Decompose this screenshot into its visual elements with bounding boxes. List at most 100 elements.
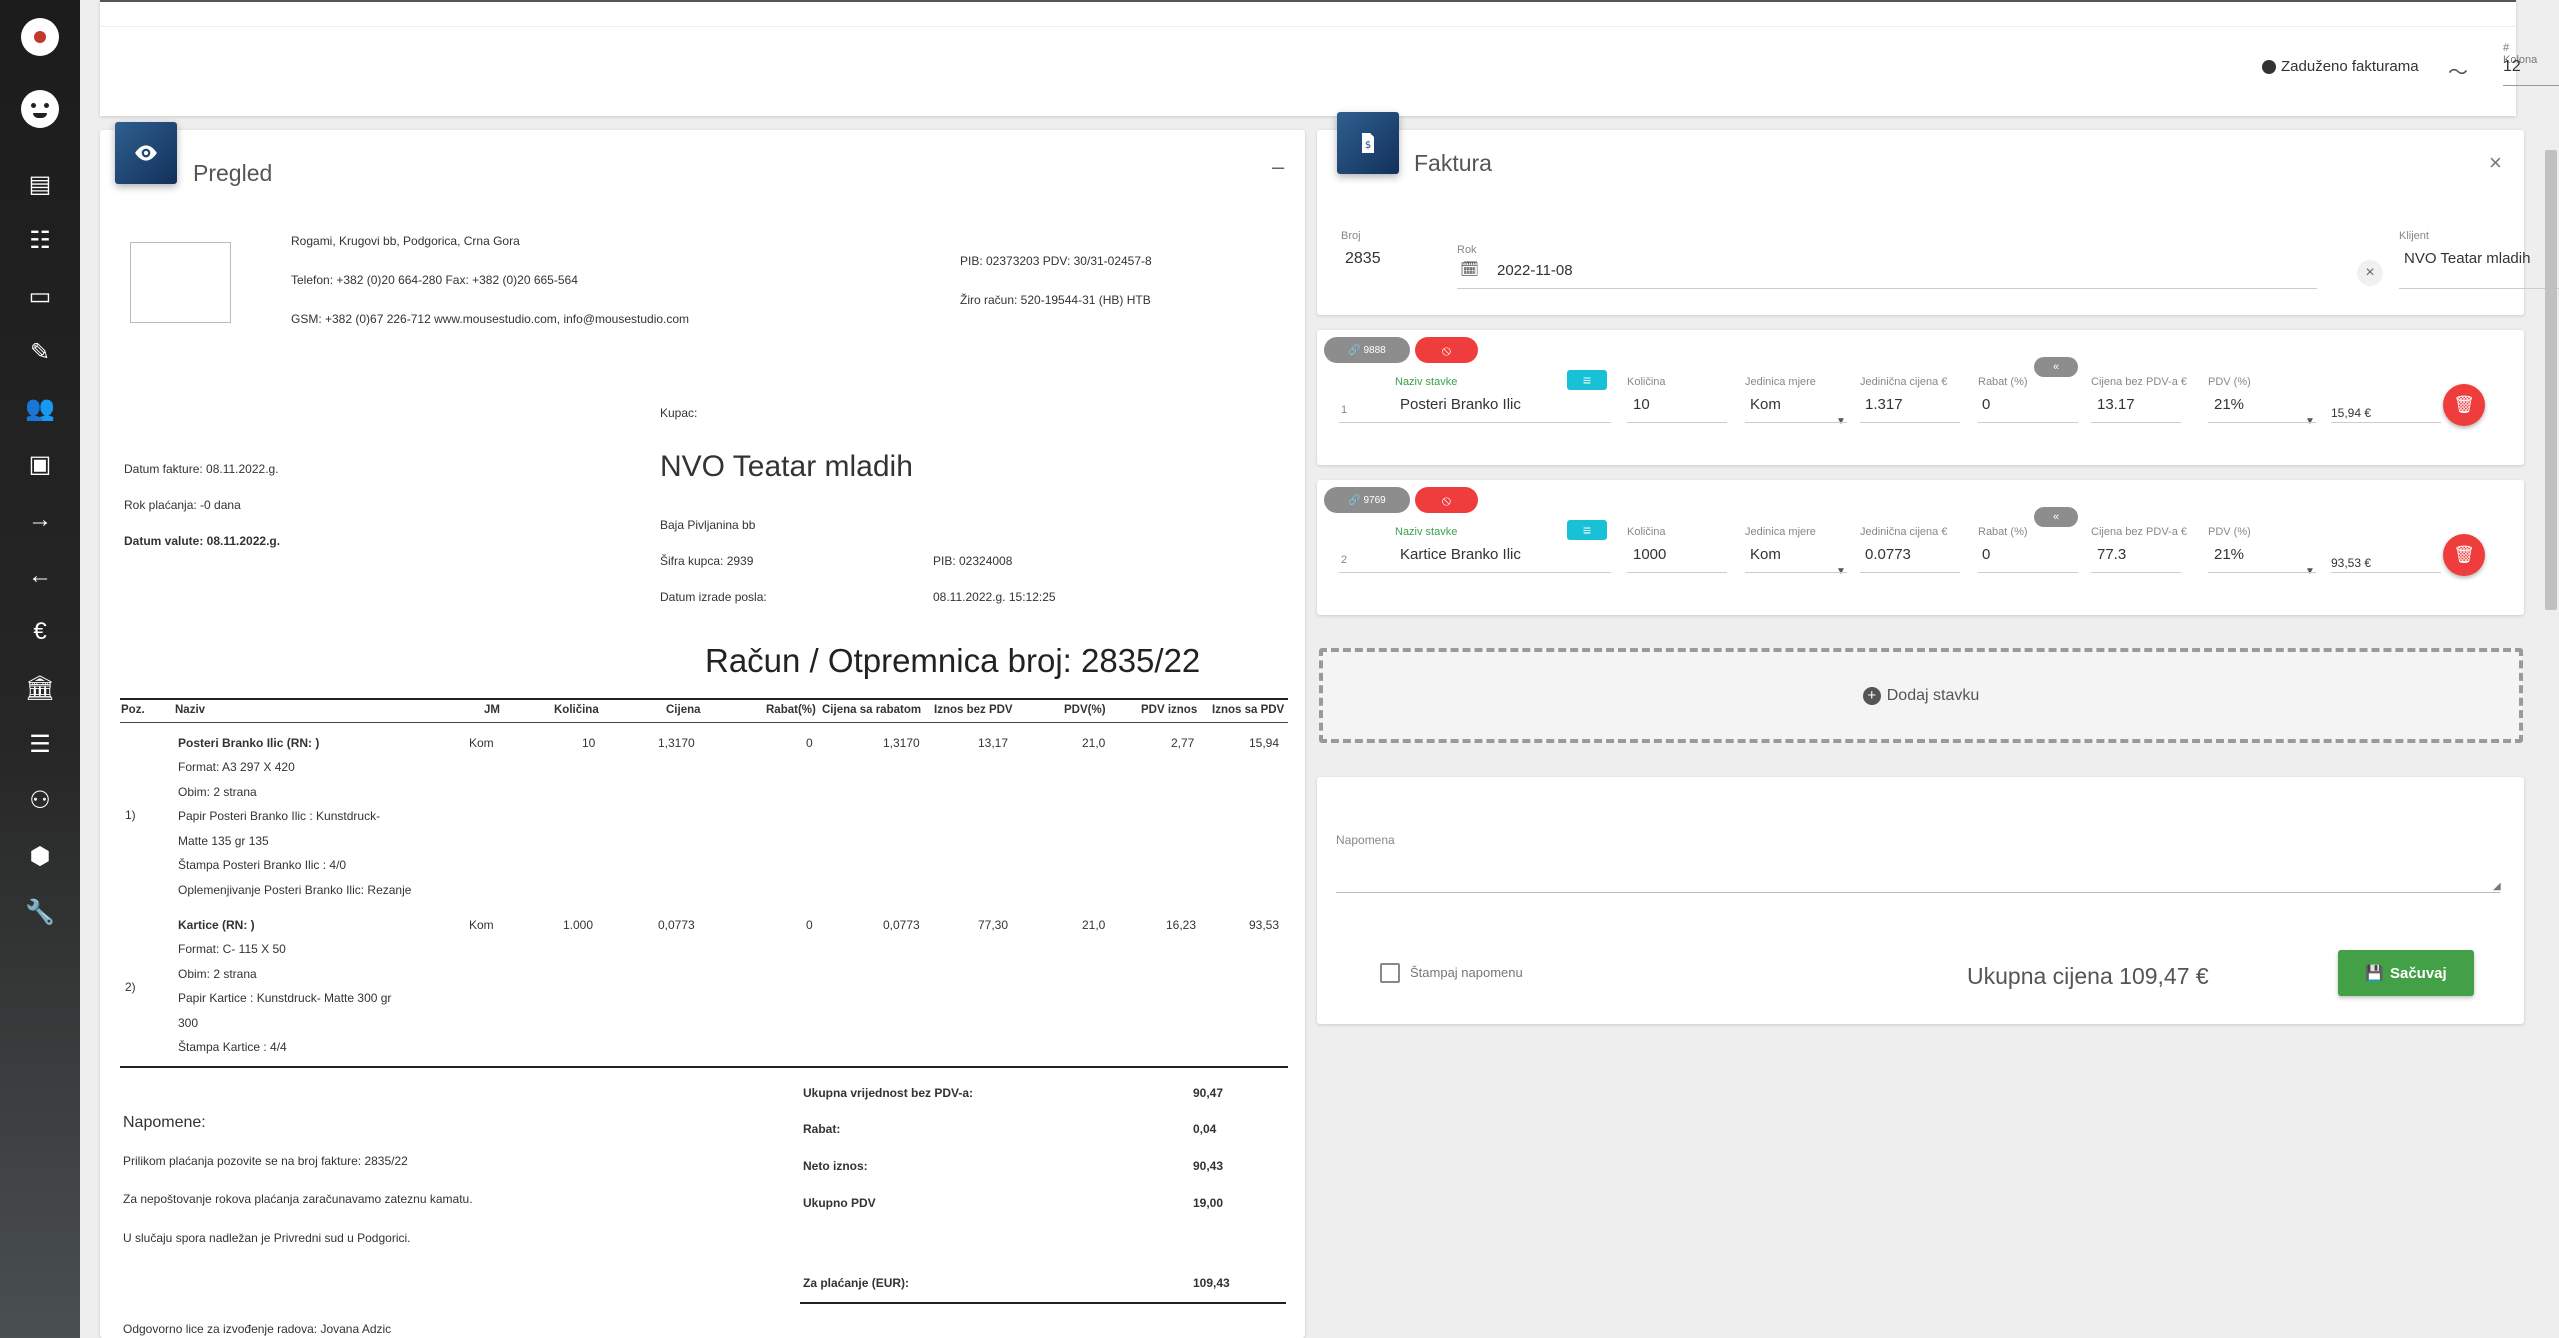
user-avatar-icon[interactable]: [21, 90, 59, 128]
note-icon[interactable]: ▭: [22, 278, 58, 314]
unlink-icon[interactable]: ⦸: [1415, 337, 1478, 363]
total-value: 19,00: [1193, 1196, 1224, 1210]
columns-select[interactable]: 12 ▼: [2503, 58, 2559, 86]
print-note-checkbox[interactable]: [1380, 963, 1400, 983]
col-rabat: Rabat(%): [766, 704, 816, 716]
naziv-input[interactable]: Posteri Branko Ilic: [1400, 396, 1521, 413]
rabat-label: Rabat (%): [1978, 526, 2028, 538]
row2-total: 93,53: [1249, 918, 1280, 932]
row1-detail: Format: A3 297 X 420: [178, 760, 295, 774]
rok-field[interactable]: 2022-11-08: [1497, 262, 1573, 279]
delete-icon[interactable]: 🗑: [2443, 384, 2485, 426]
notes-title: Napomene:: [123, 1114, 206, 1131]
kolicina-input[interactable]: 1000: [1633, 546, 1666, 563]
row2-detail: Papir Kartice : Kunstdruck- Matte 300 gr: [178, 991, 392, 1005]
col-pdv-pct: PDV(%): [1064, 704, 1106, 716]
bez-pdv-input[interactable]: 77.3: [2097, 546, 2126, 563]
users-icon[interactable]: 👥: [22, 390, 58, 426]
col-iznos-bez-pdv: Iznos bez PDV: [934, 704, 1013, 716]
link-badge[interactable]: 🔗 9888: [1324, 337, 1410, 363]
invoice-document: Rogami, Krugovi bb, Podgorica, Crna Gora…: [100, 130, 1305, 1338]
trend-icon[interactable]: 〜: [2448, 56, 2468, 85]
jm-select[interactable]: Kom: [1750, 546, 1781, 563]
rabat-input[interactable]: 0: [1982, 546, 1990, 563]
row2-detail: Obim: 2 strana: [178, 967, 257, 981]
invoice-icon[interactable]: ▤: [22, 166, 58, 202]
arrow-right-icon[interactable]: →: [22, 502, 58, 538]
edit-icon[interactable]: ✎: [22, 334, 58, 370]
bank-icon[interactable]: 🏛: [22, 670, 58, 706]
menu-icon[interactable]: ≡: [1567, 370, 1607, 390]
legend-dot-icon[interactable]: [2262, 60, 2276, 74]
reply-all-icon[interactable]: «: [2034, 357, 2078, 377]
close-icon[interactable]: ×: [2489, 150, 2502, 176]
totals-rule: [800, 1302, 1286, 1304]
delete-icon[interactable]: 🗑: [2443, 534, 2485, 576]
row1-vat: 2,77: [1171, 736, 1195, 750]
list-check-icon[interactable]: ☰: [22, 726, 58, 762]
hexagon-icon[interactable]: ⬢: [22, 838, 58, 874]
row2-net: 77,30: [978, 918, 1009, 932]
plus-circle-icon: +: [1862, 686, 1881, 705]
euro-icon[interactable]: €: [22, 614, 58, 650]
table-top-rule: [120, 698, 1288, 700]
menu-icon[interactable]: ≡: [1567, 520, 1607, 540]
broj-field[interactable]: 2835: [1345, 250, 1381, 268]
item-total: 93,53 €: [2331, 556, 2372, 570]
save-button[interactable]: 💾 Sačuvaj: [2338, 950, 2474, 996]
buyer-name: NVO Teatar mladih: [660, 450, 913, 483]
resize-handle-icon[interactable]: ◢: [2493, 881, 2501, 892]
link-badge[interactable]: 🔗 9769: [1324, 487, 1410, 513]
row1-pos: 1): [125, 808, 136, 822]
table-bottom-rule: [120, 1066, 1288, 1068]
buyer-address: Baja Pivljanina bb: [660, 518, 756, 532]
row2-vat-pct: 21,0: [1082, 918, 1106, 932]
cijena-label: Jedinična cijena €: [1860, 376, 1948, 388]
bez-pdv-input[interactable]: 13.17: [2097, 396, 2135, 413]
napomena-textarea[interactable]: [1336, 857, 2500, 893]
total-label: Ukupna vrijednost bez PDV-a:: [803, 1086, 974, 1100]
total-value: 0,04: [1193, 1122, 1217, 1136]
row2-detail: Štampa Kartice : 4/4: [178, 1040, 287, 1054]
row1-price-disc: 1,3170: [883, 736, 920, 750]
note-line: Prilikom plaćanja pozovite se na broj fa…: [123, 1154, 408, 1168]
col-pdv-iznos: PDV iznos: [1141, 704, 1198, 716]
company-gsm: GSM: +382 (0)67 226-712 www.mousestudio.…: [291, 312, 690, 326]
archive-icon[interactable]: ▣: [22, 446, 58, 482]
klijent-field[interactable]: NVO Teatar mladih: [2404, 250, 2530, 267]
total-label: Rabat:: [803, 1122, 841, 1136]
document-title: Račun / Otpremnica broj: 2835/22: [705, 642, 1201, 679]
legend-label[interactable]: Zaduženo fakturama: [2281, 58, 2419, 75]
kolicina-input[interactable]: 10: [1633, 396, 1650, 413]
wrench-icon[interactable]: 🔧: [22, 894, 58, 930]
company-account: Žiro račun: 520-19544-31 (HB) HTB: [960, 293, 1151, 307]
clear-date-icon[interactable]: ×: [2357, 260, 2383, 286]
total-label: Ukupno PDV: [803, 1196, 876, 1210]
group-icon[interactable]: ⚇: [22, 782, 58, 818]
form-icon[interactable]: ☷: [22, 222, 58, 258]
klijent-label: Klijent: [2399, 230, 2429, 242]
col-naziv: Naziv: [175, 704, 206, 716]
arrow-left-icon[interactable]: ←: [22, 558, 58, 594]
naziv-input[interactable]: Kartice Branko Ilic: [1400, 546, 1521, 563]
pdv-select[interactable]: 21%: [2214, 546, 2244, 563]
responsible-person: Odgovorno lice za izvođenje radova: Jova…: [123, 1322, 392, 1336]
scrollbar[interactable]: [2545, 150, 2557, 610]
row1-total: 15,94: [1249, 736, 1280, 750]
add-item-button[interactable]: + Dodaj stavku: [1319, 648, 2523, 743]
svg-text:$: $: [1365, 140, 1371, 151]
col-cijena: Cijena: [666, 704, 701, 716]
sidebar: ▤ ☷ ▭ ✎ 👥 ▣ → ← € 🏛 ☰ ⚇ ⬢ 🔧: [0, 0, 80, 1338]
total-price: Ukupna cijena 109,47 €: [1967, 963, 2209, 989]
reply-all-icon[interactable]: «: [2034, 507, 2078, 527]
jm-select[interactable]: Kom: [1750, 396, 1781, 413]
cijena-input[interactable]: 1.317: [1865, 396, 1903, 413]
cijena-input[interactable]: 0.0773: [1865, 546, 1911, 563]
app-logo[interactable]: [21, 18, 59, 56]
calendar-icon[interactable]: 🗓: [1460, 260, 1479, 278]
rabat-input[interactable]: 0: [1982, 396, 1990, 413]
pdv-select[interactable]: 21%: [2214, 396, 2244, 413]
unlink-icon[interactable]: ⦸: [1415, 487, 1478, 513]
col-iznos-sa-pdv: Iznos sa PDV: [1212, 704, 1285, 716]
bez-pdv-label: Cijena bez PDV-a €: [2091, 376, 2187, 388]
